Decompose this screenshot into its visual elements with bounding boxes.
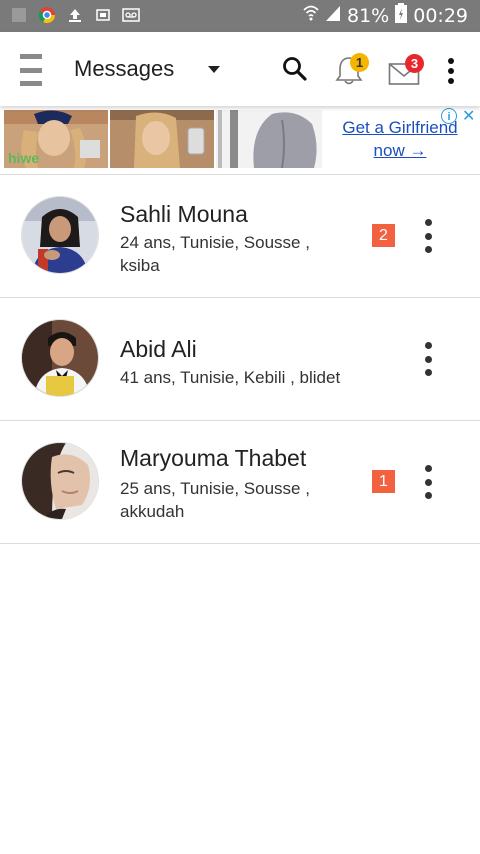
ad-cta-line-1: Get a Girlfriend — [342, 118, 458, 137]
unread-badge: 2 — [372, 224, 395, 247]
signal-icon — [325, 4, 341, 27]
status-bar: 81% 00:29 — [0, 0, 480, 32]
ad-close-icon[interactable]: ✕ — [462, 106, 475, 126]
ad-brand: hiwe — [8, 150, 39, 166]
more-options-icon[interactable] — [420, 219, 436, 253]
contact-details: 25 ans, Tunisie, Sousse , akkudah — [120, 479, 310, 521]
more-options-icon[interactable] — [420, 465, 436, 499]
ad-photo-3 — [216, 110, 322, 169]
screenshot-icon — [94, 7, 112, 23]
status-right: 81% 00:29 — [303, 3, 468, 28]
ad-photo-2 — [110, 110, 214, 168]
list-item[interactable]: Abid Ali 41 ans, Tunisie, Kebili , blide… — [0, 298, 480, 421]
unread-badge: 1 — [372, 470, 395, 493]
ad-info-icon[interactable]: i — [441, 108, 457, 124]
messages-button[interactable]: 3 — [388, 54, 428, 90]
app-bar: Messages 1 3 — [0, 32, 480, 106]
wifi-icon — [303, 4, 319, 27]
voicemail-icon — [122, 7, 140, 23]
ad-cta-line-2: now → — [373, 141, 427, 160]
contact-name: Sahli Mouna — [120, 201, 248, 227]
page-title: Messages — [74, 56, 175, 81]
contact-details: 24 ans, Tunisie, Sousse , ksiba — [120, 233, 310, 275]
contact-name: Maryouma Thabet — [120, 445, 307, 471]
battery-percent: 81% — [347, 4, 390, 27]
battery-icon — [395, 3, 408, 28]
contact-details: 41 ans, Tunisie, Kebili , blidet — [120, 368, 341, 387]
conversation-list: Sahli Mouna 24 ans, Tunisie, Sousse , ks… — [0, 174, 480, 544]
clock: 00:29 — [413, 4, 468, 27]
list-item[interactable]: Sahli Mouna 24 ans, Tunisie, Sousse , ks… — [0, 175, 480, 298]
app-notification-icon — [10, 7, 28, 23]
ad-photo-1: hiwe — [4, 110, 108, 168]
messages-badge: 3 — [405, 54, 424, 73]
avatar — [22, 197, 98, 273]
ad-banner[interactable]: hiwe Get a Girlfriend now → — [0, 106, 480, 169]
avatar — [22, 443, 98, 519]
chrome-icon — [38, 7, 56, 24]
overflow-menu-icon[interactable] — [446, 58, 456, 84]
menu-icon[interactable] — [20, 54, 42, 86]
status-left-icons — [10, 7, 140, 24]
list-item[interactable]: Maryouma Thabet 25 ans, Tunisie, Sousse … — [0, 421, 480, 544]
upload-icon — [66, 7, 84, 23]
notifications-badge: 1 — [350, 53, 369, 72]
more-options-icon[interactable] — [420, 342, 436, 376]
caret-down-icon — [208, 65, 221, 73]
notifications-button[interactable]: 1 — [334, 53, 374, 90]
section-dropdown[interactable]: Messages — [74, 56, 221, 82]
contact-name: Abid Ali — [120, 336, 197, 362]
search-icon[interactable] — [282, 56, 308, 87]
avatar — [22, 320, 98, 396]
